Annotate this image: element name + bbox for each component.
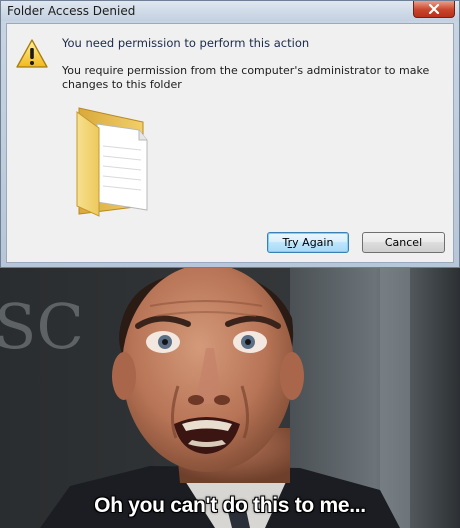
background-sign-letters: SC	[0, 290, 84, 363]
dialog-content: You need permission to perform this acti…	[6, 23, 454, 263]
title-bar[interactable]: Folder Access Denied	[1, 1, 459, 21]
folder-icon	[76, 107, 148, 217]
meme-photo-panel: SC Oh you can't do this to me...	[0, 268, 460, 528]
cancel-button[interactable]: Cancel	[362, 232, 445, 253]
shocked-man-photo: SC	[0, 268, 460, 528]
try-again-button[interactable]: Try Again	[267, 232, 349, 253]
close-icon	[428, 4, 440, 14]
dialog-heading: You need permission to perform this acti…	[62, 36, 310, 50]
window-title: Folder Access Denied	[7, 4, 136, 18]
meme-caption: Oh you can't do this to me...	[94, 494, 366, 517]
try-again-label: Try Again	[282, 236, 334, 249]
dialog-message: You require permission from the computer…	[62, 64, 430, 91]
close-button[interactable]	[413, 1, 455, 18]
folder-access-denied-dialog: Folder Access Denied You need permission…	[0, 0, 460, 268]
warning-icon	[16, 39, 48, 68]
